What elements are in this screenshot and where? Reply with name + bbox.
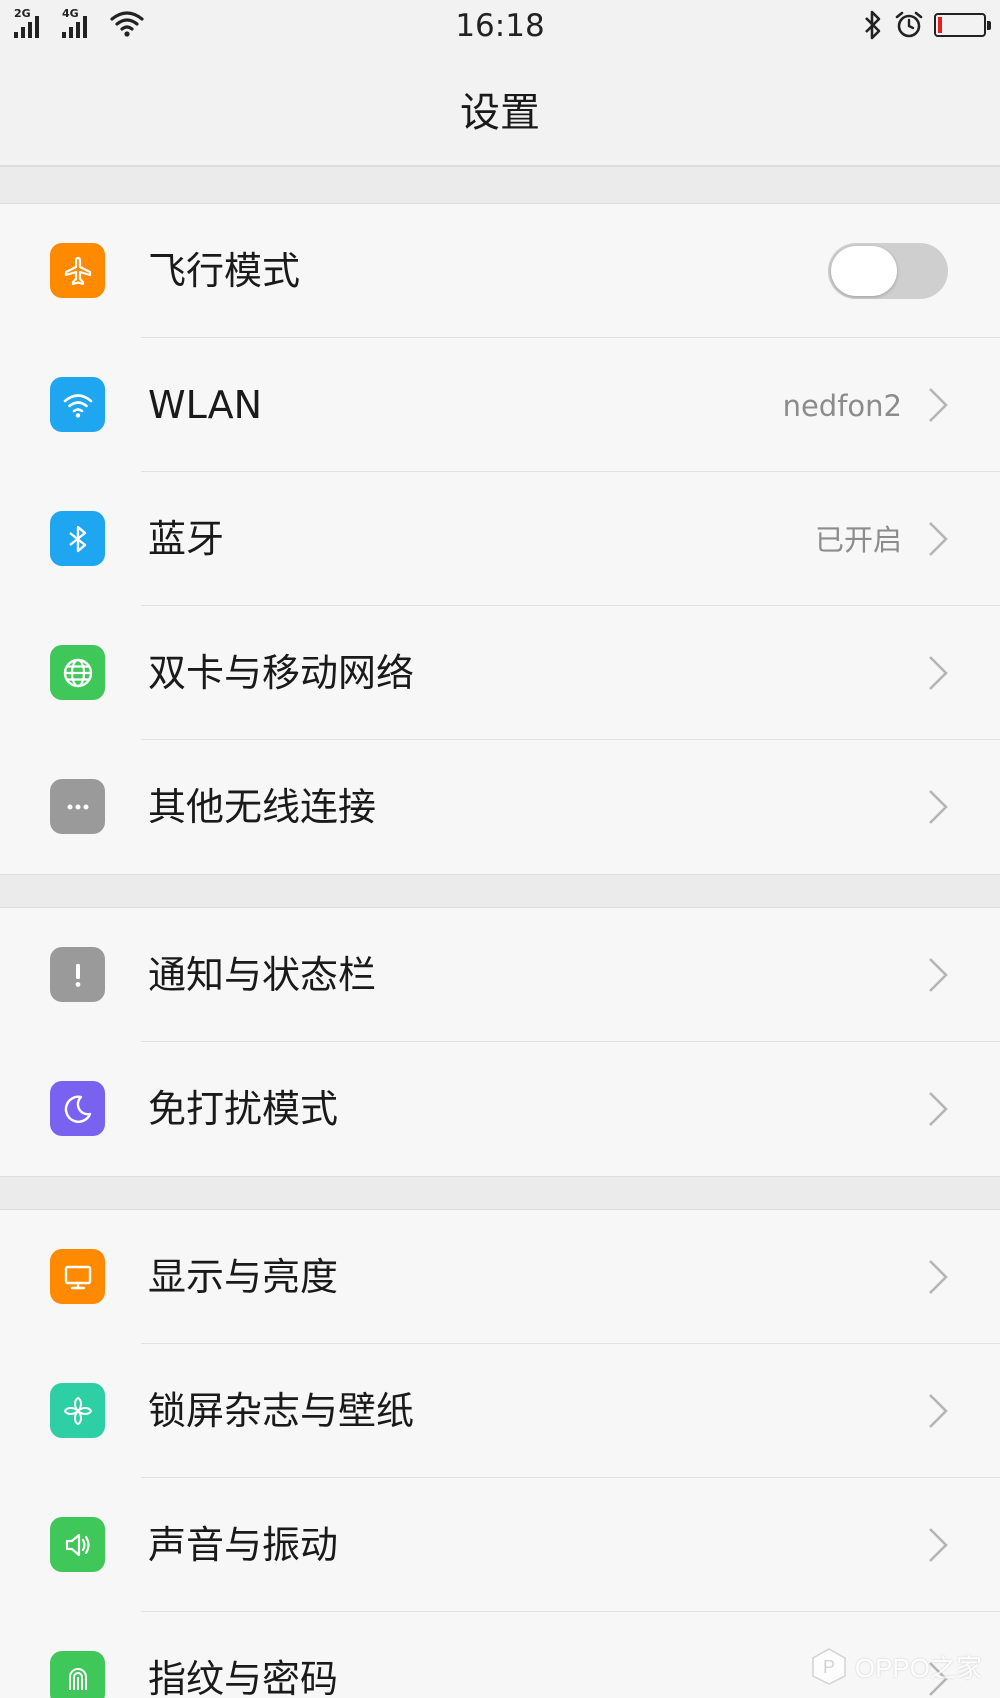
settings-item-notifications-status-bar[interactable]: 通知与状态栏 (0, 908, 1000, 1042)
chevron-right-icon (929, 1092, 948, 1126)
settings-item-label: 通知与状态栏 (148, 953, 377, 997)
watermark: P OPPO之家 (809, 1646, 982, 1686)
settings-item-dual-sim-mobile-network[interactable]: 双卡与移动网络 (0, 606, 1000, 740)
settings-item-label: 锁屏杂志与壁纸 (148, 1389, 415, 1433)
settings-item-wlan[interactable]: WLAN nedfon2 (0, 338, 1000, 472)
status-bar: 2G 4G 16:18 (0, 0, 1000, 56)
settings-item-sound-vibration[interactable]: 声音与振动 (0, 1478, 1000, 1612)
speaker-icon (50, 1517, 105, 1572)
settings-item-label: 声音与振动 (148, 1523, 339, 1567)
settings-item-label: 双卡与移动网络 (148, 651, 415, 695)
page-title: 设置 (460, 90, 540, 136)
settings-item-display-brightness[interactable]: 显示与亮度 (0, 1210, 1000, 1344)
chevron-right-icon (929, 958, 948, 992)
chevron-right-icon (929, 522, 948, 556)
chevron-right-icon (929, 388, 948, 422)
settings-item-label: 显示与亮度 (148, 1255, 339, 1299)
chevron-right-icon (929, 1260, 948, 1294)
settings-item-label: WLAN (148, 383, 263, 427)
settings-item-do-not-disturb[interactable]: 免打扰模式 (0, 1042, 1000, 1176)
settings-item-label: 其他无线连接 (148, 785, 377, 829)
chevron-right-icon (929, 656, 948, 690)
toggle-knob (831, 246, 897, 296)
settings-item-label: 蓝牙 (148, 517, 225, 561)
battery-icon (934, 13, 991, 37)
section-gap (0, 1176, 1000, 1210)
wifi-icon (50, 377, 105, 432)
wlan-network-name: nedfon2 (782, 389, 902, 423)
settings-section-notifications: 通知与状态栏 免打扰模式 (0, 908, 1000, 1176)
watermark-text: OPPO之家 (854, 1652, 982, 1683)
exclamation-icon (50, 947, 105, 1002)
monitor-icon (50, 1249, 105, 1304)
more-icon (50, 779, 105, 834)
pinwheel-icon (50, 1383, 105, 1438)
section-gap (0, 166, 1000, 204)
chevron-right-icon (929, 1394, 948, 1428)
section-gap (0, 874, 1000, 908)
settings-item-lockscreen-wallpaper[interactable]: 锁屏杂志与壁纸 (0, 1344, 1000, 1478)
settings-item-label: 免打扰模式 (148, 1087, 339, 1131)
alarm-icon (895, 11, 923, 38)
airplane-mode-toggle[interactable] (828, 243, 948, 299)
watermark-logo-icon: P (812, 1648, 846, 1685)
title-bar: 设置 (0, 56, 1000, 166)
svg-text:P: P (823, 1657, 835, 1677)
settings-item-airplane-mode[interactable]: 飞行模式 (0, 204, 1000, 338)
settings-item-label: 飞行模式 (148, 249, 301, 293)
settings-section-connectivity: 飞行模式 WLAN nedfon2 蓝牙 已开启 双卡与移动网络 其他无线连接 (0, 204, 1000, 874)
chevron-right-icon (929, 790, 948, 824)
globe-icon (50, 645, 105, 700)
status-bar-right (862, 10, 991, 40)
fingerprint-icon (50, 1651, 105, 1698)
airplane-icon (50, 243, 105, 298)
settings-item-other-wireless[interactable]: 其他无线连接 (0, 740, 1000, 874)
bluetooth-icon (50, 511, 105, 566)
bluetooth-icon (865, 10, 881, 40)
moon-icon (50, 1081, 105, 1136)
settings-section-display-sound: 显示与亮度 锁屏杂志与壁纸 声音与振动 指纹与密码 (0, 1210, 1000, 1698)
settings-item-bluetooth[interactable]: 蓝牙 已开启 (0, 472, 1000, 606)
status-time: 16:18 (455, 8, 545, 44)
chevron-right-icon (929, 1528, 948, 1562)
bluetooth-status: 已开启 (814, 523, 902, 557)
settings-item-label: 指纹与密码 (148, 1657, 339, 1698)
